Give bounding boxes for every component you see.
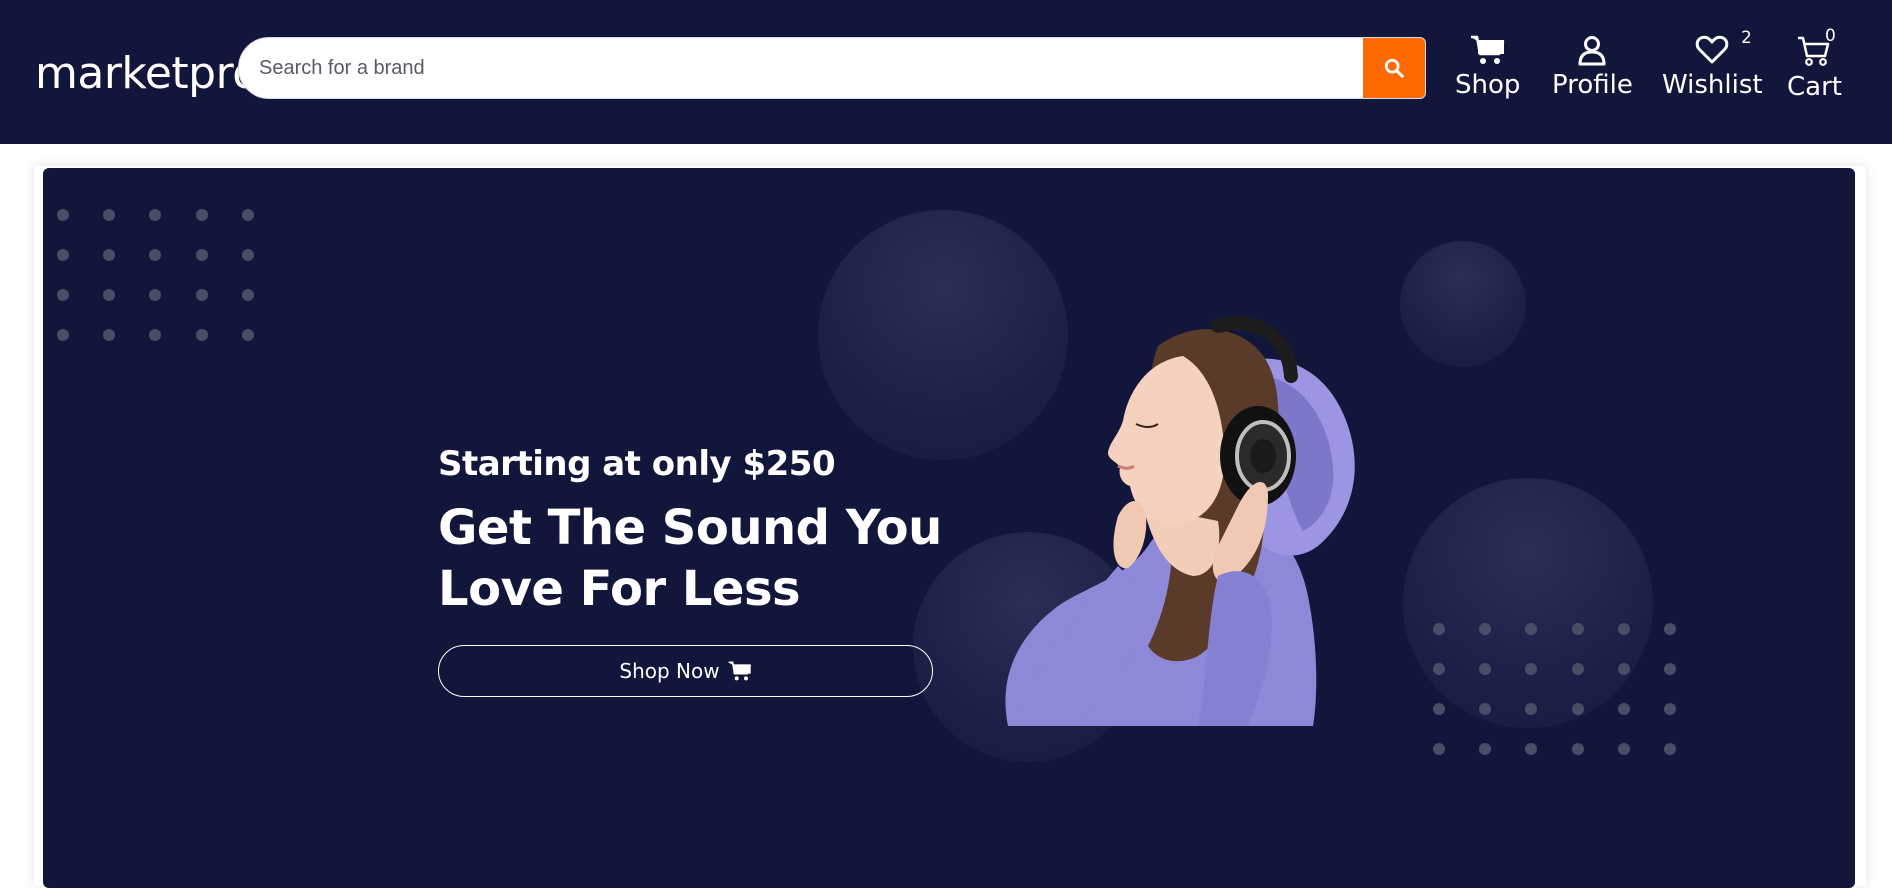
hero-title: Get The Sound You Love For Less	[438, 500, 942, 617]
shop-now-button[interactable]: Shop Now	[438, 645, 933, 697]
nav-shop-label: Shop	[1455, 70, 1521, 100]
nav-shop[interactable]: Shop	[1455, 34, 1520, 100]
hero-subtitle: Starting at only $250	[438, 444, 836, 484]
search-button[interactable]	[1363, 38, 1425, 98]
heart-icon	[1696, 35, 1729, 64]
cart-count-badge: 0	[1825, 26, 1836, 46]
nav-profile[interactable]: Profile	[1552, 34, 1633, 100]
shopping-cart-icon	[1470, 35, 1504, 64]
nav-wishlist-label: Wishlist	[1662, 70, 1763, 100]
search-icon	[1384, 58, 1404, 78]
site-logo[interactable]: marketpro	[35, 48, 259, 99]
woman-with-headphones-image	[1005, 316, 1355, 726]
search-bar	[238, 37, 1426, 99]
search-input[interactable]	[239, 38, 1363, 98]
top-navbar: marketpro Shop Profile Wishl	[0, 0, 1892, 144]
wishlist-count-badge: 2	[1741, 28, 1752, 48]
shopping-cart-icon	[728, 661, 751, 681]
hero-banner: Starting at only $250 Get The Sound You …	[43, 168, 1855, 888]
nav-cart-label: Cart	[1787, 72, 1842, 102]
nav-profile-label: Profile	[1552, 70, 1633, 100]
shop-now-label: Shop Now	[619, 659, 720, 683]
user-icon	[1578, 36, 1606, 66]
